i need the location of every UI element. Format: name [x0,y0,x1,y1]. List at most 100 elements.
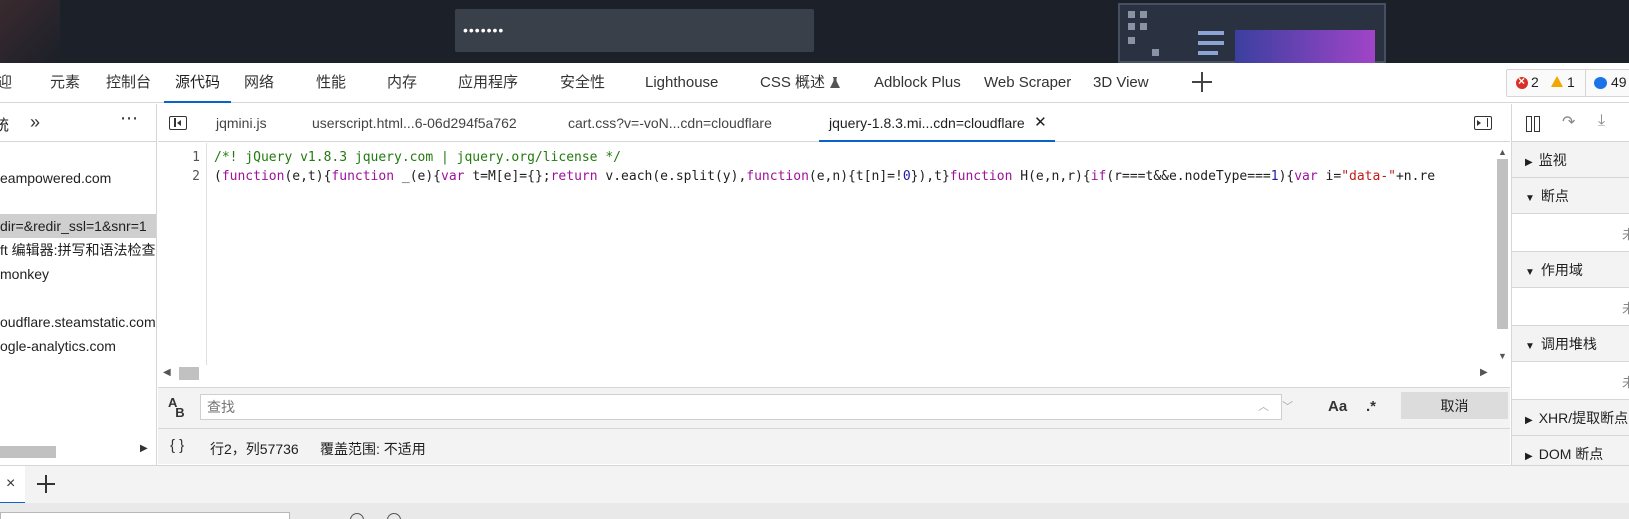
call-stack-body: 未 [1512,362,1629,400]
section-scope[interactable]: ▼ 作用域 [1512,252,1629,288]
circle-icon[interactable] [350,513,364,519]
add-drawer-tab-plus-icon[interactable] [36,474,56,494]
editor-status-bar: { } 行2，列57736 覆盖范围: 不适用 [158,428,1510,464]
step-over-icon[interactable]: ↷ [1562,112,1575,132]
tree-item[interactable]: monkey [0,262,156,286]
code-editor[interactable]: 1 2 /*! jQuery v1.8.3 jquery.com | jquer… [158,143,1510,365]
line-number: 1 [192,150,200,165]
more-options-icon[interactable]: ⋯ [120,108,139,129]
step-into-icon[interactable]: ⤓ [1598,112,1605,130]
tab-web-scraper[interactable]: Web Scraper [984,63,1071,103]
sources-navigator: 统 » ⋯ eampowered.com dir=&redir_ssl=1&sn… [0,104,157,465]
preview-thumbnail [1118,3,1386,63]
line-number: 2 [192,169,200,184]
code-line-2: (function(e,t){function _(e){var t=M[e]=… [214,169,1436,184]
scrollbar-thumb[interactable] [0,446,56,458]
line-number-gutter: 1 2 [158,143,207,365]
password-field[interactable]: ••••••• [455,9,814,52]
expand-triangle-icon: ▶ [1525,451,1533,462]
scrollbar-thumb[interactable] [1497,159,1508,329]
close-tab-icon[interactable]: ✕ [1034,104,1047,142]
collapse-triangle-icon: ▼ [1525,193,1535,204]
tree-item-selected[interactable]: dir=&redir_ssl=1&snr=1 [0,214,156,238]
error-icon [1516,74,1528,89]
scroll-down-icon[interactable]: ▼ [1498,351,1507,361]
tab-console[interactable]: 控制台 [106,63,151,103]
regex-button[interactable]: .* [1366,398,1376,415]
tree-item[interactable]: ogle-analytics.com [0,334,156,358]
scroll-up-icon[interactable]: ▲ [1498,147,1507,157]
collapse-triangle-icon: ▼ [1525,267,1535,278]
editor-tab[interactable]: jqmini.js [216,104,267,142]
page-decoration [0,0,60,63]
editor-tab-label: jquery-1.8.3.mi...cdn=cloudflare [829,115,1025,131]
debugger-sidebar: ↷ ⤓ ▶监视 ▼断点 未 ▼作用域 未 ▼调用堆栈 未 ▶XHR/提取断点 ▶… [1511,104,1629,465]
section-breakpoints[interactable]: ▼ 断点 [1512,178,1629,214]
collapse-triangle-icon: ▼ [1525,341,1535,352]
cancel-button[interactable]: 取消 [1401,392,1508,419]
section-dom-breakpoints[interactable]: ▶ DOM 断点 [1512,436,1629,465]
find-input[interactable] [200,394,1282,420]
tab-memory[interactable]: 内存 [387,63,417,103]
tab-security[interactable]: 安全性 [560,63,605,103]
messages-counter[interactable]: 49 [1585,69,1629,97]
circle-icon[interactable] [387,513,401,519]
tab-lighthouse[interactable]: Lighthouse [645,63,718,103]
code-hscrollbar[interactable]: ◀ ▶ [158,365,1495,382]
tree-item[interactable]: ft 编辑器:拼写和语法检查 [0,238,156,262]
pause-icon[interactable] [1526,116,1540,132]
toggle-debugger-icon[interactable] [1474,116,1492,130]
tab-css-overview[interactable]: CSS 概述 [760,63,841,103]
toggle-navigator-icon[interactable] [169,116,187,130]
pretty-print-icon[interactable]: { } [170,437,184,454]
scope-body: 未 [1512,288,1629,326]
tree-item[interactable]: eampowered.com [0,166,156,190]
section-call-stack[interactable]: ▼ 调用堆栈 [1512,326,1629,362]
navigator-hscrollbar[interactable]: ▶ [0,443,156,460]
scrollbar-thumb[interactable] [179,367,199,380]
drawer-content [0,503,1629,519]
code-vscrollbar[interactable]: ▲ ▼ [1495,143,1510,365]
devtools-main-tabs: 迎 元素 控制台 源代码 网络 性能 内存 应用程序 安全性 Lighthous… [0,63,1629,103]
section-xhr-breakpoints[interactable]: ▶ XHR/提取断点 [1512,400,1629,436]
editor-tab-active[interactable]: jquery-1.8.3.mi...cdn=cloudflare ✕ [819,104,1055,142]
tab-css-overview-label: CSS 概述 [760,74,826,91]
replace-toggle-icon[interactable]: A B [168,396,185,419]
tab-sources[interactable]: 源代码 [163,63,232,103]
match-case-button[interactable]: Aa [1328,398,1347,415]
navigator-tab-label[interactable]: 统 [0,114,9,135]
tab-elements[interactable]: 元素 [50,63,80,103]
tab-adblock-plus[interactable]: Adblock Plus [874,63,961,103]
tab-performance[interactable]: 性能 [316,63,346,103]
editor-tab-bar: jqmini.js userscript.html...6-06d294f5a7… [158,104,1510,142]
tab-network[interactable]: 网络 [244,63,274,103]
drawer-tab[interactable]: × [0,466,25,504]
code-line-1: /*! jQuery v1.8.3 jquery.com | jquery.or… [214,150,621,165]
more-tools-plus-icon[interactable] [1190,70,1214,94]
debugger-toolbar: ↷ ⤓ [1512,104,1629,142]
message-count: 49 [1611,74,1627,90]
breakpoints-body: 未 [1512,214,1629,252]
scroll-left-icon[interactable]: ◀ [163,367,171,378]
tab-welcome[interactable]: 迎 [0,63,12,103]
experiment-flask-icon [830,77,841,88]
drawer-input[interactable] [0,512,290,519]
more-tabs-chevron-icon[interactable]: » [30,112,40,133]
editor-tab[interactable]: cart.css?v=-voN...cdn=cloudflare [568,104,772,142]
next-match-icon[interactable]: ﹀ [1282,398,1293,414]
tree-item[interactable]: oudflare.steamstatic.com [0,310,156,334]
find-bar: A B ︿ ﹀ Aa .* 取消 [158,387,1510,428]
scroll-right-icon[interactable]: ▶ [140,443,148,454]
warning-icon [1551,76,1563,87]
message-icon [1594,77,1607,89]
tab-3d-view[interactable]: 3D View [1093,63,1149,103]
section-watch[interactable]: ▶ 监视 [1512,142,1629,178]
editor-tab[interactable]: userscript.html...6-06d294f5a762 [312,104,517,142]
close-icon[interactable]: × [6,475,15,493]
tab-application[interactable]: 应用程序 [458,63,518,103]
cursor-position: 行2，列57736 [210,441,299,457]
scroll-right-icon[interactable]: ▶ [1480,367,1488,378]
previous-match-icon[interactable]: ︿ [1258,398,1269,414]
drawer-tab-bar: × [0,465,1629,504]
expand-triangle-icon: ▶ [1525,157,1533,168]
